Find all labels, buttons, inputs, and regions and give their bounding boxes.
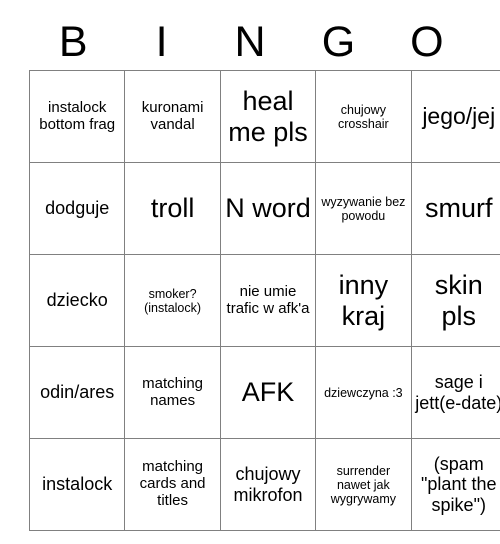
- bingo-header-letter-o: O: [410, 17, 444, 66]
- bingo-cell[interactable]: matching names: [124, 346, 221, 439]
- bingo-cell[interactable]: skin pls: [410, 254, 500, 347]
- bingo-row: dziecko smoker? (instalock) nie umie tra…: [28, 254, 500, 347]
- bingo-cell[interactable]: dodguje: [28, 162, 126, 255]
- bingo-cell[interactable]: AFK: [219, 346, 317, 439]
- bingo-cell[interactable]: instalock: [28, 438, 126, 531]
- bingo-cell[interactable]: chujowy crosshair: [315, 70, 412, 163]
- bingo-row: instalock bottom frag kuronami vandal he…: [28, 70, 500, 163]
- bingo-cell[interactable]: instalock bottom frag: [28, 70, 126, 163]
- bingo-card: B I N G O instalock bottom frag kuronami…: [28, 14, 500, 531]
- bingo-cell[interactable]: chujowy mikrofon: [219, 438, 317, 531]
- bingo-cell[interactable]: wyzywanie bez powodu: [315, 162, 412, 255]
- bingo-cell[interactable]: nie umie trafic w afk'a: [219, 254, 317, 347]
- bingo-header-letter-n: N: [234, 17, 266, 66]
- bingo-cell[interactable]: dziewczyna :3: [315, 346, 412, 439]
- bingo-cell[interactable]: smurf: [410, 162, 500, 255]
- bingo-row: instalock matching cards and titles chuj…: [28, 438, 500, 531]
- bingo-cell[interactable]: sage i jett(e-date): [410, 346, 500, 439]
- bingo-header-letter-b: B: [58, 17, 88, 66]
- bingo-cell[interactable]: (spam "plant the spike"): [410, 438, 500, 531]
- bingo-cell[interactable]: troll: [124, 162, 221, 255]
- bingo-header-letter-g: G: [321, 17, 356, 66]
- bingo-cell[interactable]: smoker? (instalock): [124, 254, 221, 347]
- bingo-cell[interactable]: heal me pls: [219, 70, 317, 163]
- bingo-header-letter-i: I: [155, 17, 168, 66]
- bingo-cell[interactable]: kuronami vandal: [124, 70, 221, 163]
- bingo-cell[interactable]: matching cards and titles: [124, 438, 221, 531]
- bingo-row: odin/ares matching names AFK dziewczyna …: [28, 346, 500, 439]
- bingo-row: dodguje troll N word wyzywanie bez powod…: [28, 162, 500, 255]
- bingo-cell[interactable]: dziecko: [28, 254, 126, 347]
- bingo-cell[interactable]: odin/ares: [28, 346, 126, 439]
- bingo-cell[interactable]: jego/jej: [410, 70, 500, 163]
- bingo-cell[interactable]: surrender nawet jak wygrywamy: [315, 438, 412, 531]
- bingo-cell[interactable]: inny kraj: [315, 254, 412, 347]
- bingo-header-row: B I N G O: [29, 14, 471, 70]
- bingo-cell[interactable]: N word: [219, 162, 317, 255]
- bingo-grid: instalock bottom frag kuronami vandal he…: [28, 70, 500, 531]
